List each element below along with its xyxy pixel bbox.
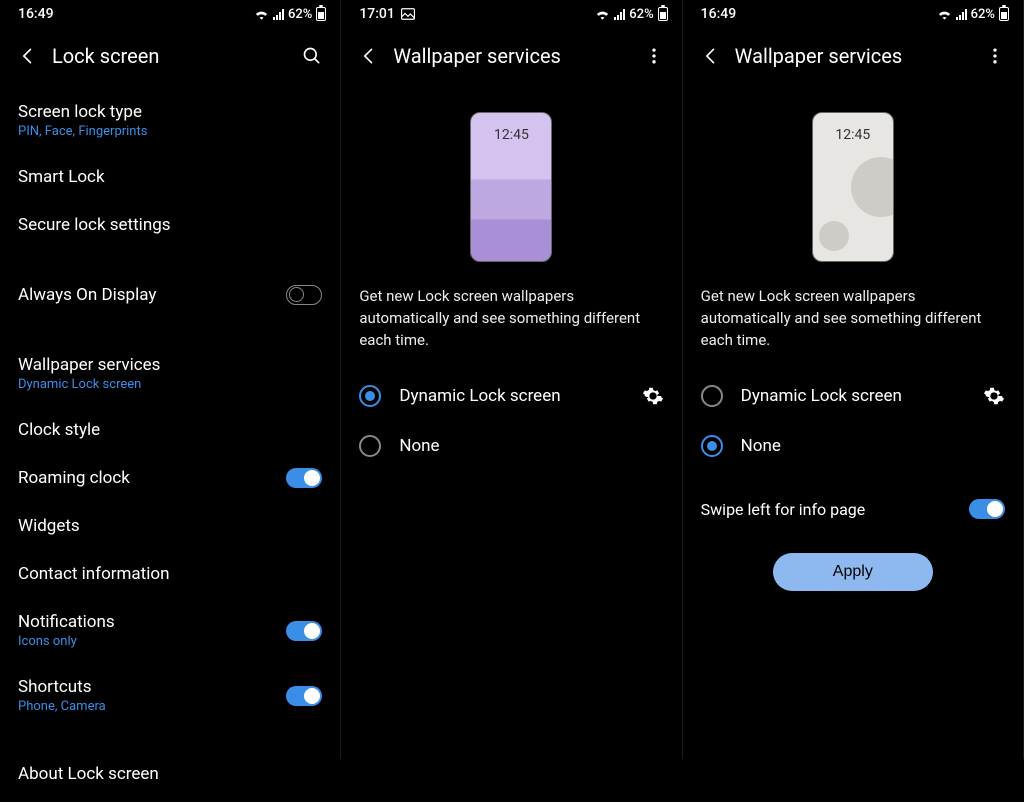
- battery-pct: 62%: [288, 7, 312, 22]
- gear-icon[interactable]: [642, 385, 664, 407]
- wifi-icon: [937, 8, 952, 20]
- radio-none[interactable]: [701, 435, 723, 457]
- back-button[interactable]: [355, 42, 383, 70]
- item-aod[interactable]: Always On Display: [0, 271, 340, 319]
- item-contact-info[interactable]: Contact information: [0, 550, 340, 598]
- radio-none[interactable]: [359, 435, 381, 457]
- item-roaming-clock[interactable]: Roaming clock: [0, 454, 340, 502]
- option-dynamic[interactable]: Dynamic Lock screen: [341, 371, 681, 421]
- page-title: Wallpaper services: [393, 44, 639, 68]
- option-none[interactable]: None: [683, 421, 1023, 471]
- item-about[interactable]: About Lock screen: [0, 750, 340, 798]
- status-time: 16:49: [701, 6, 737, 22]
- item-widgets[interactable]: Widgets: [0, 502, 340, 550]
- status-bar: 16:49 62%: [0, 0, 340, 28]
- item-notifications[interactable]: Notifications Icons only: [0, 598, 340, 663]
- wifi-icon: [254, 8, 269, 20]
- battery-icon: [316, 7, 326, 21]
- status-time: 17:01: [359, 6, 395, 22]
- preview: 12:45: [683, 84, 1023, 280]
- more-button[interactable]: [640, 42, 668, 70]
- description: Get new Lock screen wallpapers automatic…: [683, 280, 1023, 371]
- back-button[interactable]: [697, 42, 725, 70]
- battery-icon: [999, 7, 1009, 21]
- battery-pct: 62%: [971, 7, 995, 22]
- page-title: Wallpaper services: [735, 44, 981, 68]
- item-clock-style[interactable]: Clock style: [0, 406, 340, 454]
- swipe-info-row[interactable]: Swipe left for info page: [683, 471, 1023, 533]
- item-smart-lock[interactable]: Smart Lock: [0, 153, 340, 201]
- swipe-info-toggle[interactable]: [969, 499, 1005, 519]
- gear-icon[interactable]: [983, 385, 1005, 407]
- image-icon: [401, 8, 415, 20]
- header: Lock screen: [0, 28, 340, 84]
- panel-wallpaper-dynamic: 17:01 62% Wallpaper services 12:45 Get n…: [341, 0, 682, 759]
- page-title: Lock screen: [52, 44, 298, 68]
- notifications-toggle[interactable]: [286, 621, 322, 641]
- radio-dynamic[interactable]: [359, 385, 381, 407]
- wifi-icon: [595, 8, 610, 20]
- settings-list: Screen lock type PIN, Face, Fingerprints…: [0, 84, 340, 802]
- header: Wallpaper services: [683, 28, 1023, 84]
- panel-lock-screen: 16:49 62% Lock screen Screen lock type P…: [0, 0, 341, 759]
- signal-icon: [614, 9, 625, 20]
- item-screen-lock-type[interactable]: Screen lock type PIN, Face, Fingerprints: [0, 88, 340, 153]
- shortcuts-toggle[interactable]: [286, 686, 322, 706]
- apply-button[interactable]: Apply: [773, 553, 933, 591]
- signal-icon: [956, 9, 967, 20]
- item-shortcuts[interactable]: Shortcuts Phone, Camera: [0, 663, 340, 728]
- status-bar: 17:01 62%: [341, 0, 681, 28]
- back-button[interactable]: [14, 42, 42, 70]
- description: Get new Lock screen wallpapers automatic…: [341, 280, 681, 371]
- aod-toggle[interactable]: [286, 285, 322, 305]
- lock-preview: 12:45: [470, 112, 552, 262]
- lock-preview: 12:45: [812, 112, 894, 262]
- battery-icon: [658, 7, 668, 21]
- search-button[interactable]: [298, 42, 326, 70]
- item-wallpaper-services[interactable]: Wallpaper services Dynamic Lock screen: [0, 341, 340, 406]
- status-time: 16:49: [18, 6, 54, 22]
- header: Wallpaper services: [341, 28, 681, 84]
- status-bar: 16:49 62%: [683, 0, 1023, 28]
- panel-wallpaper-none: 16:49 62% Wallpaper services 12:45 Get n…: [683, 0, 1024, 759]
- radio-dynamic[interactable]: [701, 385, 723, 407]
- roaming-toggle[interactable]: [286, 468, 322, 488]
- option-dynamic[interactable]: Dynamic Lock screen: [683, 371, 1023, 421]
- signal-icon: [273, 9, 284, 20]
- preview: 12:45: [341, 84, 681, 280]
- option-none[interactable]: None: [341, 421, 681, 471]
- battery-pct: 62%: [629, 7, 653, 22]
- item-secure-lock[interactable]: Secure lock settings: [0, 201, 340, 249]
- more-button[interactable]: [981, 42, 1009, 70]
